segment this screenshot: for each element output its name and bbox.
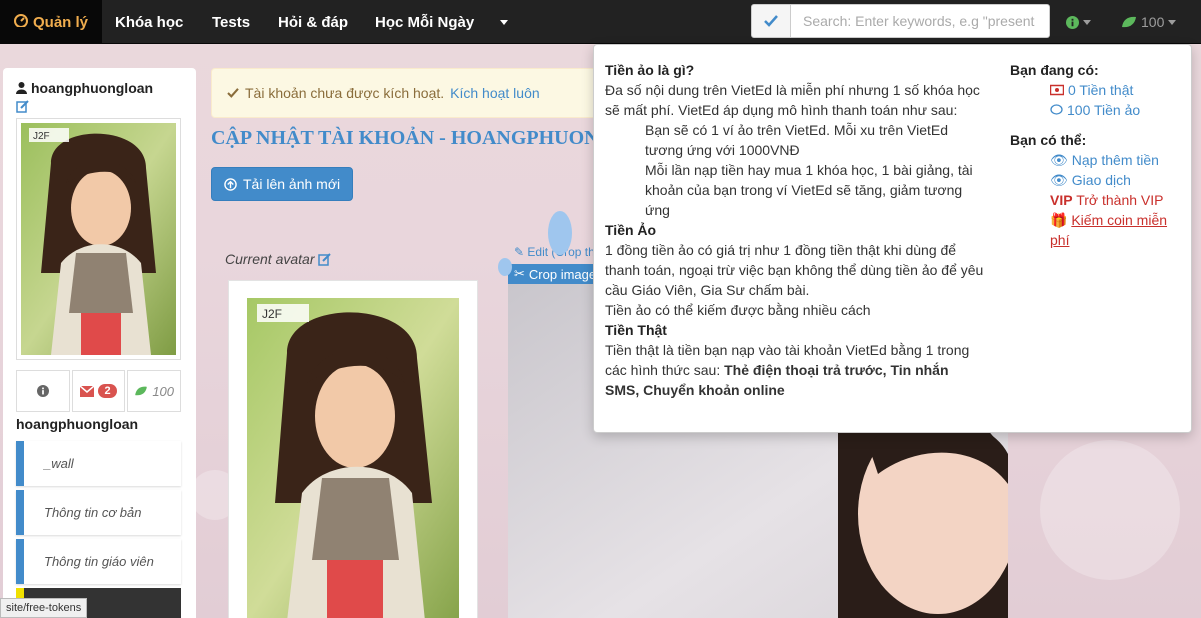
virtual-money-question: Tiền ảo là gì? bbox=[605, 62, 695, 78]
stat-coins[interactable]: 100 bbox=[127, 370, 182, 412]
coins-count: 100 bbox=[1141, 14, 1165, 30]
current-avatar-text: Current avatar bbox=[225, 251, 315, 267]
edit-icon[interactable] bbox=[318, 252, 332, 266]
transactions-label: Giao dịch bbox=[1071, 172, 1131, 188]
stat-coins-value: 100 bbox=[152, 383, 175, 399]
sidebar-username-text: hoangphuongloan bbox=[31, 80, 154, 96]
sidebar-avatar: J2F bbox=[16, 118, 181, 360]
earn-coin-label: Kiếm coin miễn phí bbox=[1050, 212, 1168, 248]
stat-messages[interactable]: 2 bbox=[71, 370, 126, 412]
sidebar-stats: 2 100 bbox=[16, 370, 182, 412]
blue-balloon-decoration bbox=[548, 211, 572, 255]
wallet-point-1: Bạn sẽ có 1 ví ảo trên VietEd. Mỗi xu tr… bbox=[645, 122, 948, 158]
nav-qa[interactable]: Hỏi & đáp bbox=[278, 0, 348, 44]
eye-icon: 👁 bbox=[1050, 152, 1068, 168]
caret-down-icon bbox=[1083, 19, 1091, 25]
avatar-watermark: J2F bbox=[33, 131, 50, 142]
caret-down-icon bbox=[500, 19, 508, 25]
info-icon bbox=[1066, 15, 1079, 29]
wallet-actions: Bạn đang có: 0 Tiền thật 100 Tiền ảo Bạn… bbox=[1010, 60, 1185, 250]
topup-label: Nạp thêm tiền bbox=[1071, 152, 1159, 168]
dashboard-icon bbox=[14, 13, 28, 31]
background-bubble bbox=[1040, 440, 1180, 580]
virtual-money-text-2: Tiền ảo có thể kiếm được bằng nhiều cách bbox=[605, 302, 871, 318]
become-vip-label: Trở thành VIP bbox=[1076, 192, 1164, 208]
avatar-watermark: J2F bbox=[262, 307, 282, 321]
nav-tests[interactable]: Tests bbox=[212, 0, 250, 44]
leaf-icon bbox=[135, 386, 148, 396]
current-avatar-label: Current avatar bbox=[225, 251, 332, 267]
messages-badge: 2 bbox=[98, 384, 117, 398]
comment-icon bbox=[1050, 104, 1063, 115]
edit-icon: ✎ bbox=[514, 245, 525, 259]
gift-icon: 🎁 bbox=[1050, 212, 1068, 228]
status-bar-url: site/free-tokens bbox=[0, 598, 88, 618]
nav-more-dropdown[interactable] bbox=[500, 0, 508, 44]
blue-balloon-decoration bbox=[498, 258, 512, 276]
upload-photo-label: Tải lên ảnh mới bbox=[243, 176, 341, 192]
alert-text: Tài khoản chưa được kích hoạt. bbox=[245, 85, 445, 101]
info-dropdown[interactable] bbox=[1066, 0, 1091, 44]
wallet-explanation: Tiền ảo là gì? Đa số nội dung trên VietE… bbox=[605, 60, 985, 400]
check-icon bbox=[227, 88, 239, 98]
top-navbar: Quản lý Khóa học Tests Hỏi & đáp Học Mỗi… bbox=[0, 0, 1201, 44]
wallet-popover: Tiền ảo là gì? Đa số nội dung trên VietE… bbox=[593, 44, 1192, 433]
activate-link[interactable]: Kích hoạt luôn bbox=[450, 85, 540, 101]
coins-dropdown[interactable]: 100 bbox=[1121, 0, 1177, 44]
current-avatar-image: J2F bbox=[247, 298, 459, 618]
scissors-icon: ✂ bbox=[514, 266, 525, 281]
info-icon bbox=[36, 385, 49, 397]
virtual-money-intro: Đa số nội dung trên VietEd là miễn phí n… bbox=[605, 82, 980, 118]
envelope-icon bbox=[80, 385, 95, 397]
nav-manage[interactable]: Quản lý bbox=[0, 0, 103, 44]
actions-title: Bạn có thể: bbox=[1010, 132, 1087, 148]
money-icon bbox=[1050, 84, 1064, 96]
nav-daily[interactable]: Học Mỗi Ngày bbox=[375, 0, 474, 44]
left-sidebar: hoangphuongloan J2F 2 100 hoangphuongloa… bbox=[3, 68, 196, 618]
sidebar-username-repeat: hoangphuongloan bbox=[16, 416, 139, 432]
real-money-value: 0 Tiền thật bbox=[1068, 82, 1134, 98]
eye-icon: 👁 bbox=[1050, 172, 1068, 188]
search-input[interactable] bbox=[790, 4, 1050, 38]
vip-badge: VIP bbox=[1050, 192, 1073, 208]
upload-photo-button[interactable]: Tải lên ảnh mới bbox=[211, 167, 354, 201]
real-money-text: Tiền thật là tiền bạn nạp vào tài khoản … bbox=[605, 340, 985, 400]
sidebar-username: hoangphuongloan bbox=[16, 80, 153, 96]
current-avatar-frame: J2F bbox=[228, 280, 478, 618]
edit-profile-icon[interactable] bbox=[16, 100, 29, 116]
nav-courses[interactable]: Khóa học bbox=[115, 0, 183, 44]
sidebar-item-teacher-info[interactable]: Thông tin giáo viên bbox=[16, 539, 181, 584]
real-money-balance[interactable]: 0 Tiền thật bbox=[1010, 80, 1185, 100]
virtual-money-value: 100 Tiền ảo bbox=[1067, 102, 1141, 118]
stat-info[interactable] bbox=[16, 370, 70, 412]
earn-coin-link[interactable]: 🎁 Kiếm coin miễn phí bbox=[1010, 210, 1185, 250]
real-money-title: Tiền Thật bbox=[605, 322, 667, 338]
page-title: CẬP NHẬT TÀI KHOẢN - HOANGPHUON bbox=[211, 127, 599, 149]
upload-icon bbox=[224, 177, 237, 191]
search-toggle-button[interactable] bbox=[751, 4, 791, 38]
caret-down-icon bbox=[1168, 19, 1177, 25]
virtual-money-text: 1 đồng tiền ảo có giá trị như 1 đồng tiề… bbox=[605, 242, 984, 298]
balance-title: Bạn đang có: bbox=[1010, 62, 1099, 78]
crop-image-label: Crop image bbox=[528, 266, 597, 282]
check-icon bbox=[764, 15, 778, 27]
leaf-icon bbox=[1122, 16, 1136, 28]
user-icon bbox=[16, 82, 27, 94]
activation-alert: Tài khoản chưa được kích hoạt. Kích hoạt… bbox=[211, 68, 631, 118]
become-vip-link[interactable]: VIP Trở thành VIP bbox=[1010, 190, 1185, 210]
virtual-money-balance[interactable]: 100 Tiền ảo bbox=[1010, 100, 1185, 120]
virtual-money-title: Tiền Ảo bbox=[605, 222, 657, 238]
topup-link[interactable]: 👁 Nạp thêm tiền bbox=[1010, 150, 1185, 170]
sidebar-item-basic-info[interactable]: Thông tin cơ bản bbox=[16, 490, 181, 535]
wallet-point-2: Mỗi lần nạp tiền hay mua 1 khóa học, 1 b… bbox=[645, 162, 973, 218]
sidebar-menu: _wall Thông tin cơ bản Thông tin giáo vi… bbox=[16, 441, 181, 618]
transactions-link[interactable]: 👁 Giao dịch bbox=[1010, 170, 1185, 190]
nav-manage-label: Quản lý bbox=[33, 13, 89, 31]
sidebar-item-wall[interactable]: _wall bbox=[16, 441, 181, 486]
